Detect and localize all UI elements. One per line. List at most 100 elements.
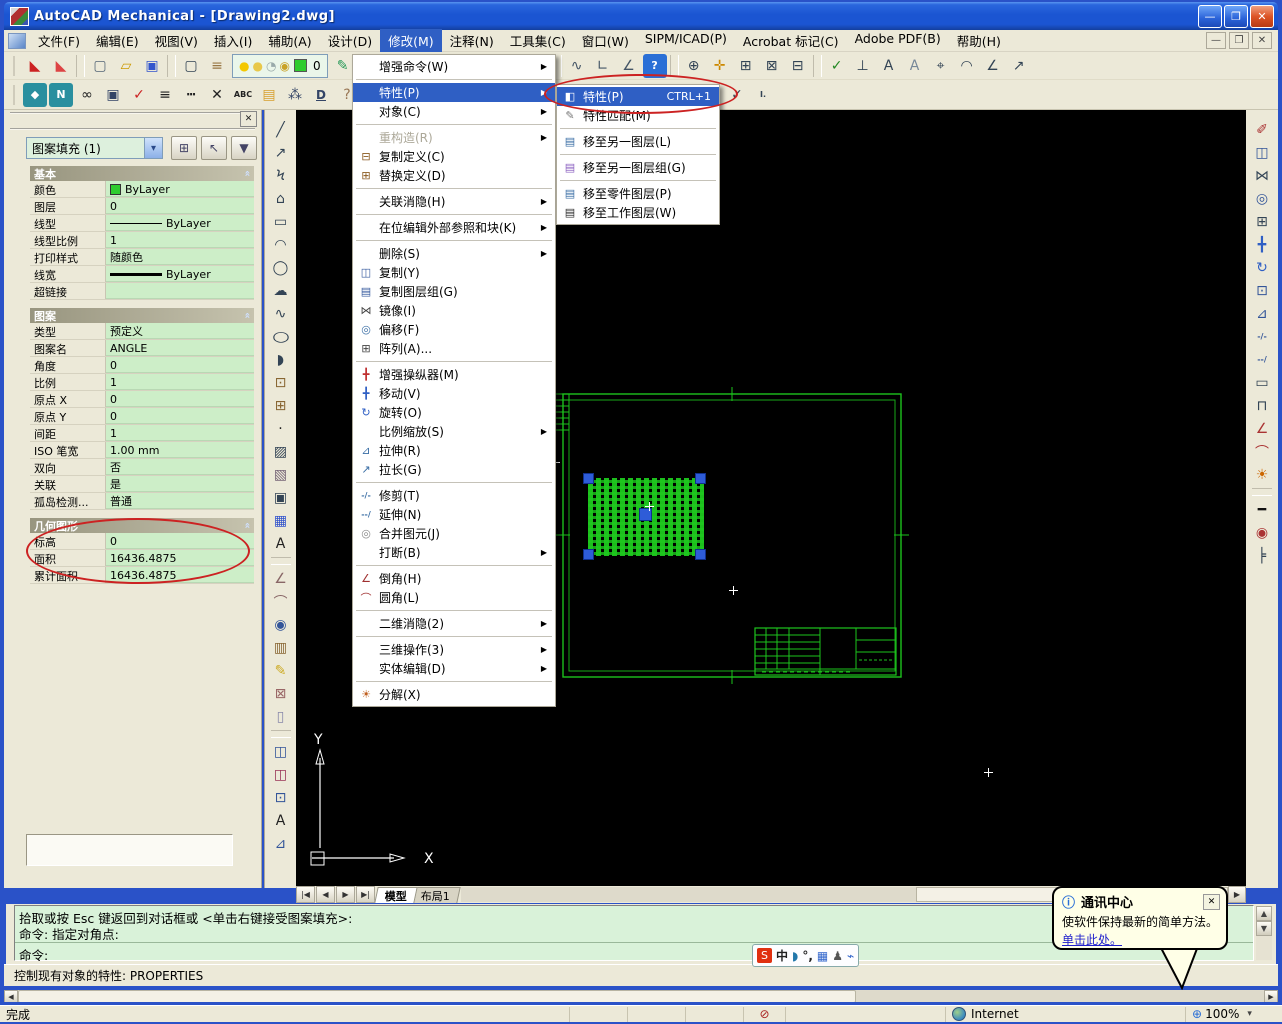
- menu-item[interactable]: 对象(C) ▶: [353, 102, 555, 121]
- property-value[interactable]: ByLayer: [106, 266, 254, 282]
- menu-item[interactable]: 二维消隐(2) ▶: [353, 614, 555, 633]
- dim-text-icon[interactable]: A: [877, 54, 901, 78]
- menu-item-3[interactable]: 插入(I): [206, 29, 260, 52]
- property-value[interactable]: 0: [106, 533, 254, 549]
- polyline-icon[interactable]: Ϟ: [268, 164, 294, 187]
- abc-text-icon[interactable]: ABC: [231, 83, 255, 107]
- array-icon[interactable]: ⊞: [1249, 210, 1275, 233]
- property-value[interactable]: 0: [106, 198, 254, 214]
- menu-item[interactable]: 关联消隐(H) ▶: [353, 192, 555, 211]
- property-value[interactable]: 16436.4875: [106, 550, 254, 566]
- am-standards-icon[interactable]: ◆: [23, 82, 47, 107]
- property-value[interactable]: 1: [106, 425, 254, 441]
- tab-layout1[interactable]: 布局1: [410, 886, 461, 903]
- menu-item[interactable]: ⊿ 拉伸(R): [353, 441, 555, 460]
- grip-bottom-right[interactable]: [695, 549, 706, 560]
- break-icon[interactable]: ⊓: [1249, 394, 1275, 417]
- menu-item[interactable]: 比例缩放(S) ▶: [353, 422, 555, 441]
- scroll-right-icon[interactable]: ▶: [1228, 886, 1246, 903]
- find-icon[interactable]: ∞: [75, 83, 99, 107]
- grip-top-left[interactable]: [583, 473, 594, 484]
- property-value[interactable]: 普通: [106, 493, 254, 509]
- protractor-icon[interactable]: ∠: [617, 54, 641, 78]
- zoom-previous-icon[interactable]: ⊟: [786, 54, 810, 78]
- grip-bottom-left[interactable]: [583, 549, 594, 560]
- menu-item[interactable]: ☀ 分解(X): [353, 685, 555, 704]
- move-copy-icon[interactable]: ◫: [268, 740, 294, 763]
- scale-icon[interactable]: ⊡: [1249, 279, 1275, 302]
- annot-scale-icon[interactable]: A: [903, 54, 927, 78]
- mdi-restore-button[interactable]: ❐: [1229, 32, 1249, 49]
- mtext-icon[interactable]: A: [268, 532, 294, 555]
- menu-item[interactable]: 删除(S) ▶: [353, 244, 555, 263]
- property-value[interactable]: ByLayer: [106, 181, 254, 197]
- menu-item[interactable]: ◎ 偏移(F): [353, 320, 555, 339]
- polygon-icon[interactable]: ⌂: [268, 187, 294, 210]
- menu-item[interactable]: 重构造(R) ▶: [353, 128, 555, 147]
- privacy-eye-icon[interactable]: ⊘: [744, 1006, 786, 1022]
- ortho-check-icon[interactable]: ✓: [825, 54, 849, 78]
- mark-edit-icon[interactable]: ✎: [268, 659, 294, 682]
- trim-icon[interactable]: -/-: [1249, 325, 1275, 348]
- pan-icon[interactable]: ✛: [708, 54, 732, 78]
- property-value[interactable]: 1.00 mm: [106, 442, 254, 458]
- menu-item[interactable]: ◧ 特性(P) CTRL+1: [557, 87, 719, 106]
- dim-arrange-icon[interactable]: ╞: [1249, 544, 1275, 567]
- region-icon[interactable]: ▣: [268, 486, 294, 509]
- close-button[interactable]: ✕: [1250, 4, 1274, 28]
- layer-lock-icon[interactable]: ◉: [279, 59, 289, 73]
- collapse-chevron-icon[interactable]: «: [241, 170, 252, 176]
- combo-dropdown-icon[interactable]: ▾: [144, 138, 162, 158]
- property-value[interactable]: 0: [106, 357, 254, 373]
- erase-tool-icon[interactable]: ⊠: [268, 682, 294, 705]
- axes-insert-icon[interactable]: I.: [751, 83, 775, 107]
- arc-icon[interactable]: ◠: [268, 233, 294, 256]
- menu-item[interactable]: ╋ 移动(V): [353, 384, 555, 403]
- menu-item[interactable]: ⌒ 圆角(L): [353, 588, 555, 607]
- menu-item[interactable]: 打断(B) ▶: [353, 543, 555, 562]
- palette-grip[interactable]: ✕: [10, 111, 257, 130]
- layer-stack-icon[interactable]: ≡: [205, 54, 229, 78]
- save-as-icon[interactable]: ▣: [101, 83, 125, 107]
- menu-item[interactable]: ▤ 复制图层组(G): [353, 282, 555, 301]
- menu-item-11[interactable]: Acrobat 标记(C): [735, 29, 847, 52]
- command-scrollbar[interactable]: ▲ ▼: [1256, 906, 1272, 960]
- am-news-icon[interactable]: N: [49, 82, 73, 107]
- quick-select-icon[interactable]: ⊞: [171, 136, 197, 160]
- layer-freeze-icon[interactable]: ●: [252, 59, 262, 73]
- section-line-icon[interactable]: ⊿: [268, 832, 294, 855]
- detail-zoom-icon[interactable]: ◉: [1249, 521, 1275, 544]
- menu-modify[interactable]: 修改(M): [380, 29, 442, 52]
- line-icon[interactable]: ╱: [268, 118, 294, 141]
- property-value[interactable]: [106, 283, 254, 299]
- detail-view-icon[interactable]: ◉: [268, 613, 294, 636]
- line-spacing-icon[interactable]: ≡: [153, 83, 177, 107]
- open-file-icon[interactable]: ▱: [114, 54, 138, 78]
- menu-item[interactable]: 增强命令(W) ▶: [353, 57, 555, 76]
- menu-item[interactable]: ▤ 移至另一图层(L): [557, 132, 719, 151]
- collapse-chevron-icon[interactable]: «: [241, 312, 252, 318]
- ime-toolbar[interactable]: S 中 ◗ °, ▦ ♟ ⌁: [752, 944, 860, 967]
- arc-tool-icon[interactable]: ◠: [955, 54, 979, 78]
- property-value[interactable]: 0: [106, 391, 254, 407]
- rect-update-icon[interactable]: ▯: [268, 705, 294, 728]
- menu-item[interactable]: 三维操作(3) ▶: [353, 640, 555, 659]
- section-header[interactable]: 图案 «: [30, 308, 254, 323]
- menu-item[interactable]: ◫ 复制(Y): [353, 263, 555, 282]
- fillet-icon[interactable]: ⌒: [1249, 440, 1275, 463]
- move-icon[interactable]: ╋: [1249, 233, 1275, 256]
- menu-item[interactable]: ∠ 倒角(H): [353, 569, 555, 588]
- toggle-pickadd-icon[interactable]: ▼: [231, 136, 257, 160]
- menu-item[interactable]: -/- 修剪(T): [353, 486, 555, 505]
- rectangle-icon[interactable]: ▭: [268, 210, 294, 233]
- palette-close-button[interactable]: ✕: [240, 111, 257, 127]
- tab-prev-button[interactable]: ◀: [316, 886, 335, 903]
- power-chamfer-icon[interactable]: ∠: [268, 567, 294, 590]
- menu-item-13[interactable]: 帮助(H): [949, 29, 1009, 52]
- property-value[interactable]: 1: [106, 232, 254, 248]
- maximize-button[interactable]: ❐: [1224, 4, 1248, 28]
- erase-icon[interactable]: ✐: [1249, 118, 1275, 141]
- minimize-button[interactable]: —: [1198, 4, 1222, 28]
- hatch-icon[interactable]: ▨: [268, 440, 294, 463]
- menu-item[interactable]: ⊞ 替换定义(D): [353, 166, 555, 185]
